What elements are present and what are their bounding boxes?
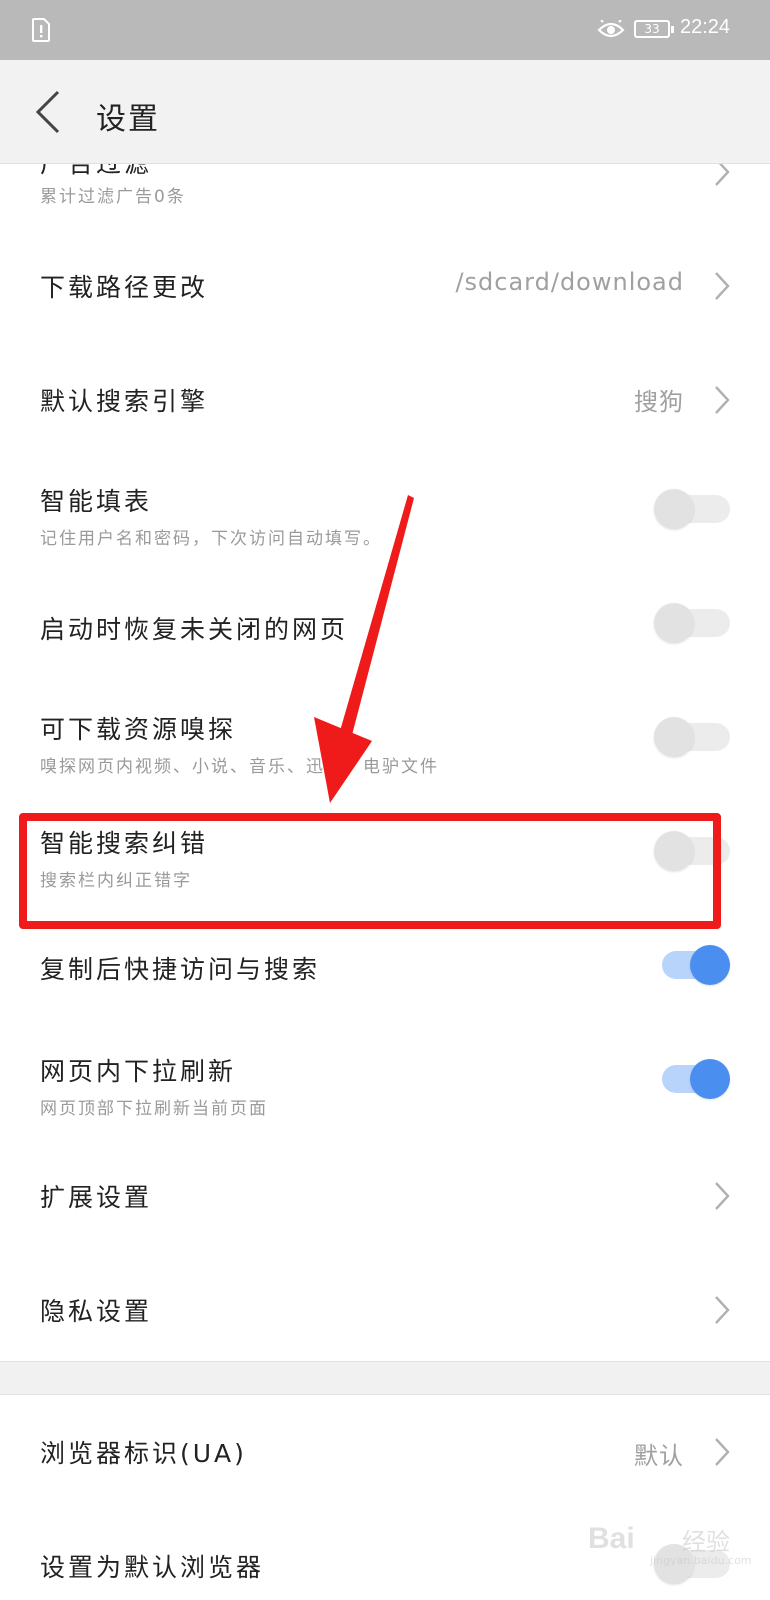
setting-search-engine[interactable]: 默认搜索引擎 搜狗 [0,338,770,452]
setting-value: 默认 [634,1442,684,1470]
copy-search-toggle[interactable] [654,945,730,985]
setting-label: 可下载资源嗅探 [40,715,237,744]
battery-icon: 33 [634,20,674,38]
setting-label: 广告过滤 [40,164,152,180]
search-correct-toggle[interactable] [654,831,730,871]
setting-description: 嗅探网页内视频、小说、音乐、迅雷、电驴文件 [40,757,439,777]
setting-ad-filter[interactable]: 广告过滤 累计过滤广告0条 [0,164,770,224]
setting-label: 复制后快捷访问与搜索 [40,955,321,984]
resource-sniff-toggle[interactable] [654,717,730,757]
setting-description: 网页顶部下拉刷新当前页面 [40,1099,268,1119]
chevron-right-icon [715,1296,730,1324]
title-bar: 设置 [0,60,770,164]
setting-label: 智能填表 [40,487,153,516]
chevron-right-icon [715,1182,730,1210]
setting-restore-pages: 启动时恢复未关闭的网页 [0,566,770,680]
eye-comfort-icon [597,20,625,38]
chevron-right-icon [715,386,730,414]
clock: 22:24 [680,16,731,38]
status-bar: 33 22:24 [0,0,770,60]
restore-pages-toggle[interactable] [654,603,730,643]
setting-value: 搜狗 [634,388,684,416]
setting-user-agent[interactable]: 浏览器标识(UA) 默认 [0,1394,770,1508]
setting-description: 记住用户名和密码，下次访问自动填写。 [40,529,382,549]
back-arrow-icon[interactable] [30,88,66,136]
setting-label: 启动时恢复未关闭的网页 [40,615,349,644]
setting-value: /sdcard/download [455,268,684,296]
setting-resource-sniff: 可下载资源嗅探 嗅探网页内视频、小说、音乐、迅雷、电驴文件 [0,680,770,794]
setting-label: 扩展设置 [40,1183,153,1212]
setting-default-browser: 设置为默认浏览器 [0,1508,770,1600]
setting-label: 默认搜索引擎 [40,387,209,416]
page-title: 设置 [96,102,160,137]
setting-label: 设置为默认浏览器 [40,1553,265,1582]
setting-extension[interactable]: 扩展设置 [0,1136,770,1250]
default-browser-toggle[interactable] [654,1544,730,1584]
setting-label: 下载路径更改 [40,273,209,302]
setting-label: 智能搜索纠错 [40,829,209,858]
setting-description: 搜索栏内纠正错字 [40,871,192,891]
smart-fill-toggle[interactable] [654,489,730,529]
setting-pull-refresh: 网页内下拉刷新 网页顶部下拉刷新当前页面 [0,1022,770,1136]
chevron-right-icon [715,1438,730,1466]
pull-refresh-toggle[interactable] [654,1059,730,1099]
setting-label: 隐私设置 [40,1297,153,1326]
settings-list: 广告过滤 累计过滤广告0条 下载路径更改 /sdcard/download 默认… [0,164,770,1600]
setting-label: 浏览器标识(UA) [40,1439,247,1468]
setting-smart-fill: 智能填表 记住用户名和密码，下次访问自动填写。 [0,452,770,566]
section-divider [0,1361,770,1395]
setting-privacy[interactable]: 隐私设置 [0,1250,770,1361]
setting-copy-search: 复制后快捷访问与搜索 [0,908,770,1022]
chevron-right-icon [715,164,730,186]
setting-label: 网页内下拉刷新 [40,1057,237,1086]
setting-description: 累计过滤广告0条 [40,187,186,207]
chevron-right-icon [715,272,730,300]
setting-search-correct: 智能搜索纠错 搜索栏内纠正错字 [0,794,770,908]
sim-alert-icon [32,18,50,42]
setting-download-path[interactable]: 下载路径更改 /sdcard/download [0,224,770,338]
